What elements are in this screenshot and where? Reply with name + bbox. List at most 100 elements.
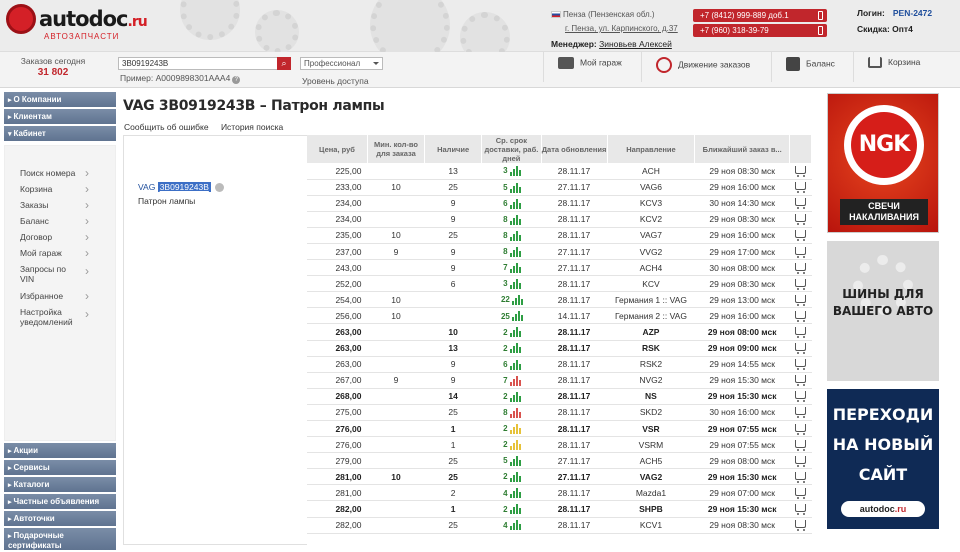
add-to-cart-icon[interactable] [794, 278, 806, 290]
cart-cell[interactable] [789, 227, 812, 244]
delivery-days[interactable]: 2 [503, 424, 507, 433]
sidebar-section-catalogs[interactable]: Каталоги [4, 477, 116, 492]
sidebar-item-favorites[interactable]: Избранное [5, 289, 115, 304]
table-row[interactable]: 268,00 14 2 28.11.17 NS 29 ноя 15:30 мск [307, 388, 812, 405]
cart-cell[interactable] [789, 195, 812, 212]
add-to-cart-icon[interactable] [794, 391, 806, 403]
table-row[interactable]: 234,00 9 8 28.11.17 KCV2 29 ноя 08:30 мск [307, 211, 812, 228]
delivery-days[interactable]: 2 [503, 440, 507, 449]
part-number[interactable]: 3B0919243B [157, 182, 211, 192]
delivery-stats-icon[interactable] [509, 262, 521, 273]
cart-cell[interactable] [789, 291, 812, 309]
table-row[interactable]: 235,00 10 25 8 28.11.17 VAG7 29 ноя 16:00 мск [307, 227, 812, 244]
delivery-stats-icon[interactable] [509, 488, 521, 499]
help-icon[interactable]: ? [232, 76, 241, 84]
add-to-cart-icon[interactable] [794, 487, 806, 499]
add-to-cart-icon[interactable] [794, 246, 806, 258]
phone-1[interactable]: +7 (8412) 999-889 доб.1 [693, 9, 827, 22]
cart-cell[interactable] [789, 179, 812, 196]
cart-cell[interactable] [789, 323, 812, 341]
delivery-days[interactable]: 5 [503, 456, 507, 465]
sidebar-item-garage[interactable]: Мой гараж [5, 246, 115, 261]
delivery-stats-icon[interactable] [509, 391, 521, 402]
sidebar-item-orders[interactable]: Заказы [5, 198, 115, 213]
table-row[interactable]: 243,00 9 7 27.11.17 ACH4 30 ноя 08:00 мск [307, 259, 812, 277]
phone-2[interactable]: +7 (960) 318-39-79 [693, 24, 827, 37]
delivery-days[interactable]: 7 [503, 263, 507, 272]
table-row[interactable]: 282,00 1 2 28.11.17 SHPB 29 ноя 15:30 мск [307, 500, 812, 518]
cart-cell[interactable] [789, 340, 812, 357]
add-to-cart-icon[interactable] [794, 182, 806, 194]
search-button[interactable]: ⌕ [277, 57, 291, 70]
cart-cell[interactable] [789, 275, 812, 293]
sidebar-item-contract[interactable]: Договор [5, 230, 115, 245]
delivery-stats-icon[interactable] [509, 440, 521, 451]
cart-cell[interactable] [789, 404, 812, 422]
delivery-stats-icon[interactable] [509, 327, 521, 338]
sidebar-item-cart[interactable]: Корзина [5, 182, 115, 197]
table-row[interactable]: 254,00 10 22 28.11.17 Германия 1 :: VAG 29 но… [307, 291, 812, 309]
site-logo[interactable]: autodoc.ru АВТОЗАПЧАСТИ [6, 4, 148, 46]
add-to-cart-icon[interactable] [794, 262, 806, 274]
delivery-days[interactable]: 5 [503, 183, 507, 192]
col-delivery[interactable]: Ср. срок доставки, раб. дней [481, 135, 542, 163]
table-row[interactable]: 276,00 1 2 28.11.17 VSRM 29 ноя 07:55 мск [307, 436, 812, 454]
table-row[interactable]: 234,00 9 6 28.11.17 KCV3 30 ноя 14:30 мск [307, 195, 812, 212]
add-to-cart-icon[interactable] [794, 439, 806, 451]
manager-name[interactable]: Зиновьев Алексей [599, 39, 672, 49]
table-row[interactable]: 237,00 9 9 8 27.11.17 VVG2 29 ноя 17:00 мск [307, 243, 812, 261]
delivery-days[interactable]: 3 [503, 166, 507, 175]
delivery-stats-icon[interactable] [509, 359, 521, 370]
add-to-cart-icon[interactable] [794, 407, 806, 419]
sidebar-section-clients[interactable]: Клиентам [4, 109, 116, 124]
cart-cell[interactable] [789, 372, 812, 389]
add-to-cart-icon[interactable] [794, 198, 806, 210]
delivery-days[interactable]: 2 [503, 344, 507, 353]
col-price[interactable]: Цена, руб [307, 135, 368, 163]
table-row[interactable]: 267,00 9 9 7 28.11.17 NVG2 29 ноя 15:30 мск [307, 372, 812, 389]
table-row[interactable]: 263,00 10 2 28.11.17 AZP 29 ноя 08:00 мск [307, 323, 812, 341]
table-row[interactable]: 263,00 13 2 28.11.17 RSK 29 ноя 09:00 мск [307, 340, 812, 357]
office-address-link[interactable]: г. Пенза, ул. Карпинского, д.37 [565, 24, 678, 33]
add-to-cart-icon[interactable] [794, 294, 806, 306]
delivery-days[interactable]: 8 [503, 215, 507, 224]
delivery-days[interactable]: 2 [503, 472, 507, 481]
sidebar-section-cabinet[interactable]: Кабинет [4, 126, 116, 141]
delivery-stats-icon[interactable] [509, 166, 521, 177]
delivery-stats-icon[interactable] [509, 472, 521, 483]
delivery-stats-icon[interactable] [511, 311, 523, 322]
add-to-cart-icon[interactable] [794, 471, 806, 483]
col-direction[interactable]: Направление [607, 135, 696, 163]
table-row[interactable]: 233,00 10 25 5 27.11.17 VAG6 29 ноя 16:00 мск [307, 179, 812, 196]
sidebar-item-balance[interactable]: Баланс [5, 214, 115, 229]
sidebar-section-gift-cards[interactable]: Подарочные сертификаты [4, 528, 116, 550]
cart-button[interactable]: Корзина [853, 52, 948, 82]
cart-cell[interactable] [789, 420, 812, 438]
col-stock[interactable]: Наличие [424, 135, 483, 163]
table-row[interactable]: 282,00 25 4 28.11.17 KCV1 29 ноя 08:30 мск [307, 517, 812, 534]
part-brand-link[interactable]: VAG [138, 182, 155, 192]
table-row[interactable]: 279,00 25 5 27.11.17 ACH5 29 ноя 08:00 мск [307, 452, 812, 470]
ngk-banner[interactable]: NGK СВЕЧИ НАКАЛИВАНИЯ [827, 93, 939, 233]
delivery-stats-icon[interactable] [511, 295, 523, 306]
delivery-stats-icon[interactable] [509, 504, 521, 515]
table-row[interactable]: 256,00 10 25 14.11.17 Германия 2 :: VAG 29 но… [307, 307, 812, 325]
sidebar-section-promos[interactable]: Акции [4, 443, 116, 458]
table-row[interactable]: 263,00 9 6 28.11.17 RSK2 29 ноя 14:55 мск [307, 356, 812, 373]
table-row[interactable]: 275,00 25 8 28.11.17 SKD2 30 ноя 16:00 мск [307, 404, 812, 422]
sidebar-section-company[interactable]: О Компании [4, 92, 116, 107]
sidebar-item-search[interactable]: Поиск номера [5, 166, 115, 181]
delivery-days[interactable]: 25 [501, 312, 510, 321]
sidebar-item-vin[interactable]: Запросы по VIN [5, 262, 89, 288]
delivery-days[interactable]: 8 [503, 247, 507, 256]
add-to-cart-icon[interactable] [794, 230, 806, 242]
cart-cell[interactable] [789, 356, 812, 373]
delivery-stats-icon[interactable] [509, 423, 521, 434]
delivery-days[interactable]: 6 [503, 360, 507, 369]
delivery-days[interactable]: 8 [503, 231, 507, 240]
delivery-days[interactable]: 6 [503, 199, 507, 208]
add-to-cart-icon[interactable] [794, 520, 806, 532]
add-to-cart-icon[interactable] [794, 310, 806, 322]
delivery-stats-icon[interactable] [509, 375, 521, 386]
delivery-days[interactable]: 2 [503, 392, 507, 401]
